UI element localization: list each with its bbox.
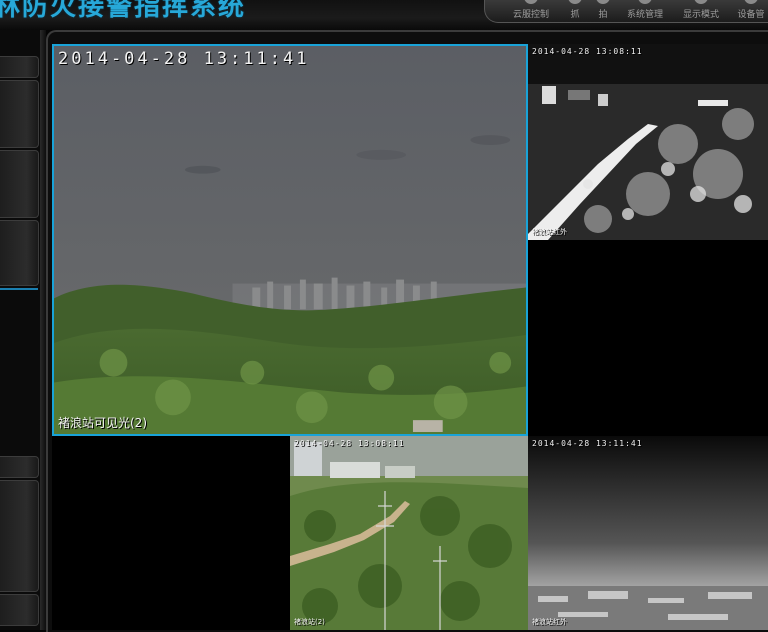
camera-icon <box>524 0 538 4</box>
thermal-top-label: 褚浪站红外 <box>532 228 567 236</box>
cloud-control-label: 云服控制 <box>512 10 549 20</box>
cloud-control-button[interactable]: 云服控制 <box>511 0 551 22</box>
photo-icon <box>596 0 610 4</box>
app-title: 林防火接警指挥系统 <box>0 0 247 22</box>
main-camera-timestamp: 2014-04-28 13:11:41 <box>58 49 310 69</box>
video-grid: 2014-04-28 13:11:41 褚浪站可见光(2) 2014-04-28… <box>52 44 768 630</box>
thermal-top-timestamp: 2014-04-28 13:08:11 <box>532 47 643 56</box>
device-management-label: 设备管 <box>737 10 765 20</box>
toolbar: 云服控制 抓 拍 系统管理 显示模式 设备管 <box>484 0 768 23</box>
capture-icon <box>568 0 582 4</box>
device-management-button[interactable]: 设备管 <box>733 0 768 22</box>
gear-icon <box>638 0 652 4</box>
main-camera-feed <box>54 46 526 434</box>
shoot-label: 拍 <box>598 10 608 20</box>
display-icon <box>694 0 708 4</box>
system-management-button[interactable]: 系统管理 <box>623 0 667 22</box>
video-tile-empty-right[interactable] <box>528 240 768 436</box>
left-sidebar <box>0 30 46 630</box>
thermal-bottom-feed <box>528 436 768 630</box>
video-tile-empty-bottom-left[interactable] <box>52 436 290 630</box>
sidebar-tab-2[interactable] <box>0 80 39 148</box>
video-tile-thermal-bottom[interactable]: 2014-04-28 13:11:41 褚浪站红外 <box>528 436 768 630</box>
capture-label: 抓 <box>570 10 580 20</box>
display-mode-button[interactable]: 显示模式 <box>679 0 723 22</box>
bottom-mid-timestamp: 2014-04-28 13:08:11 <box>294 439 405 448</box>
sidebar-tab-4[interactable] <box>0 220 39 286</box>
app-header: 林防火接警指挥系统 云服控制 抓 拍 系统管理 显示模式 设备管 <box>0 0 768 30</box>
thermal-bottom-timestamp: 2014-04-28 13:11:41 <box>532 439 643 448</box>
bottom-mid-label: 褚浪站(2) <box>294 618 325 626</box>
sidebar-tab-7[interactable] <box>0 594 39 626</box>
device-icon <box>744 0 758 4</box>
video-tile-bottom-mid[interactable]: 2014-04-28 13:08:11 褚浪站(2) <box>290 436 528 630</box>
sidebar-divider <box>0 288 38 290</box>
video-tile-thermal-top[interactable]: 2014-04-28 13:08:11 褚浪站红外 <box>528 44 768 240</box>
shoot-button[interactable]: 拍 <box>593 0 613 22</box>
video-tile-main[interactable]: 2014-04-28 13:11:41 褚浪站可见光(2) <box>52 44 528 436</box>
thermal-top-feed <box>528 44 768 240</box>
sidebar-tab-5[interactable] <box>0 456 39 478</box>
capture-button[interactable]: 抓 <box>565 0 585 22</box>
sidebar-tab-3[interactable] <box>0 150 39 218</box>
main-camera-label: 褚浪站可见光(2) <box>58 416 147 430</box>
bottom-mid-feed <box>290 436 528 630</box>
display-mode-label: 显示模式 <box>682 10 719 20</box>
thermal-bottom-label: 褚浪站红外 <box>532 618 567 626</box>
sidebar-tab-6[interactable] <box>0 480 39 592</box>
sidebar-tab-1[interactable] <box>0 56 39 78</box>
system-management-label: 系统管理 <box>626 10 663 20</box>
